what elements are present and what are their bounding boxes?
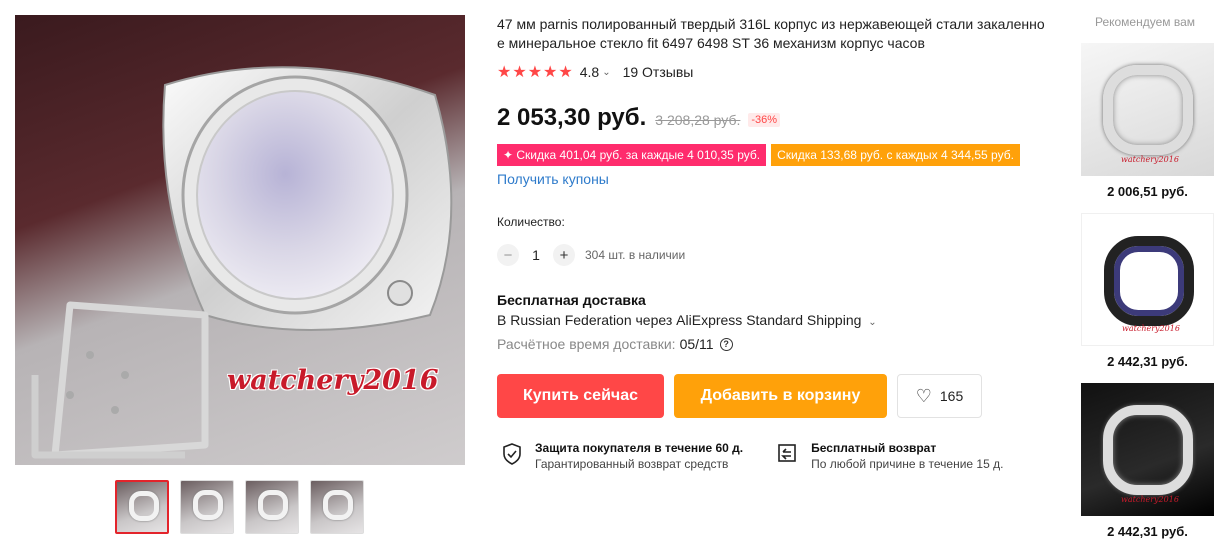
image-watermark: watchery2016 — [1122, 324, 1180, 333]
chevron-down-icon: ⌄ — [868, 317, 877, 328]
product-main-image[interactable]: watchery2016 — [15, 15, 465, 465]
recommended-item-image[interactable]: watchery2016 — [1081, 213, 1214, 346]
shield-check-icon — [503, 443, 521, 465]
thumbnail-4[interactable] — [310, 480, 364, 534]
free-return-subtitle: По любой причине в течение 15 д. — [811, 457, 1004, 471]
shipping-method-selector[interactable]: В Russian Federation через AliExpress St… — [497, 312, 1057, 328]
recommended-item[interactable]: watchery2016 2 442,31 руб. — [1081, 213, 1214, 369]
free-return-title: Бесплатный возврат — [811, 441, 937, 455]
recommended-item-price[interactable]: 2 442,31 руб. — [1081, 354, 1214, 369]
image-watermark: watchery2016 — [227, 365, 439, 396]
recommended-item-image[interactable]: watchery2016 — [1081, 383, 1214, 516]
image-watermark: watchery2016 — [1121, 155, 1179, 164]
rating-row: ★★★★★ 4.8 ⌄ 19 Отзывы — [497, 62, 1057, 82]
buy-now-button[interactable]: Купить сейчас — [497, 374, 664, 418]
heart-icon: ♡ — [915, 385, 932, 406]
coupon-list: ✦ Скидка 401,04 руб. за каждые 4 010,35 … — [497, 144, 1057, 166]
shipping-method: В Russian Federation через AliExpress St… — [497, 312, 862, 328]
rating-value[interactable]: 4.8 — [580, 64, 599, 80]
watch-case-illustration — [31, 66, 453, 459]
action-buttons: Купить сейчас Добавить в корзину ♡ 165 — [497, 374, 1057, 418]
free-return: Бесплатный возврат По любой причине в те… — [773, 441, 1003, 471]
coupon-store[interactable]: ✦ Скидка 401,04 руб. за каждые 4 010,35 … — [497, 144, 767, 166]
wishlist-button[interactable]: ♡ 165 — [897, 374, 982, 418]
reviews-link[interactable]: 19 Отзывы — [623, 64, 694, 80]
quantity-value[interactable]: 1 — [519, 247, 553, 263]
buyer-protection-title: Защита покупателя в течение 60 д. — [535, 441, 744, 455]
star-rating-icon: ★★★★★ — [497, 64, 574, 81]
image-watermark: watchery2016 — [1121, 495, 1179, 504]
decrease-quantity-button[interactable]: − — [497, 244, 519, 266]
stock-count: 304 шт. в наличии — [585, 248, 686, 262]
return-box-icon — [778, 444, 796, 462]
product-info: 47 мм parnis полированный твердый 316L к… — [497, 15, 1057, 471]
thumbnail-3[interactable] — [245, 480, 299, 534]
current-price: 2 053,30 руб. — [497, 104, 647, 131]
quantity-stepper: − 1 + 304 шт. в наличии — [497, 244, 1057, 266]
wishlist-count: 165 — [939, 388, 964, 404]
recommended-item-price[interactable]: 2 006,51 руб. — [1081, 184, 1214, 199]
guarantees: Защита покупателя в течение 60 д. Гарант… — [497, 441, 1057, 471]
chevron-down-icon[interactable]: ⌄ — [602, 67, 610, 78]
product-title: 47 мм parnis полированный твердый 316L к… — [497, 16, 1045, 51]
add-to-cart-button[interactable]: Добавить в корзину — [674, 374, 887, 418]
delivery-estimate: Расчётное время доставки: 05/11 ? — [497, 336, 1057, 352]
coupon-select[interactable]: Скидка 133,68 руб. с каждых 4 344,55 руб… — [771, 144, 1020, 166]
buyer-protection-subtitle: Гарантированный возврат средств — [535, 457, 729, 471]
buyer-protection: Защита покупателя в течение 60 д. Гарант… — [497, 441, 743, 471]
help-icon[interactable]: ? — [719, 337, 733, 351]
recommended-item-price[interactable]: 2 442,31 руб. — [1081, 524, 1214, 539]
delivery-date: 05/11 — [679, 336, 714, 352]
discount-badge: -36% — [748, 113, 781, 127]
price-row: 2 053,30 руб. 3 208,28 руб. -36% — [497, 104, 1057, 132]
delivery-label: Расчётное время доставки: — [497, 336, 676, 352]
recommendations-title: Рекомендуем вам — [1094, 15, 1196, 29]
get-coupons-link[interactable]: Получить купоны — [497, 171, 1057, 187]
recommendations-panel: Рекомендуем вам watchery2016 2 006,51 ру… — [1081, 15, 1214, 539]
thumbnail-1[interactable] — [115, 480, 169, 534]
recommended-item[interactable]: watchery2016 2 006,51 руб. — [1081, 43, 1214, 199]
thumbnail-strip — [115, 480, 364, 534]
increase-quantity-button[interactable]: + — [553, 244, 575, 266]
old-price: 3 208,28 руб. — [655, 112, 741, 128]
thumbnail-2[interactable] — [180, 480, 234, 534]
recommended-item[interactable]: watchery2016 2 442,31 руб. — [1081, 383, 1214, 539]
recommended-item-image[interactable]: watchery2016 — [1081, 43, 1214, 176]
shipping-title: Бесплатная доставка — [497, 292, 646, 308]
quantity-label: Количество: — [497, 215, 565, 229]
